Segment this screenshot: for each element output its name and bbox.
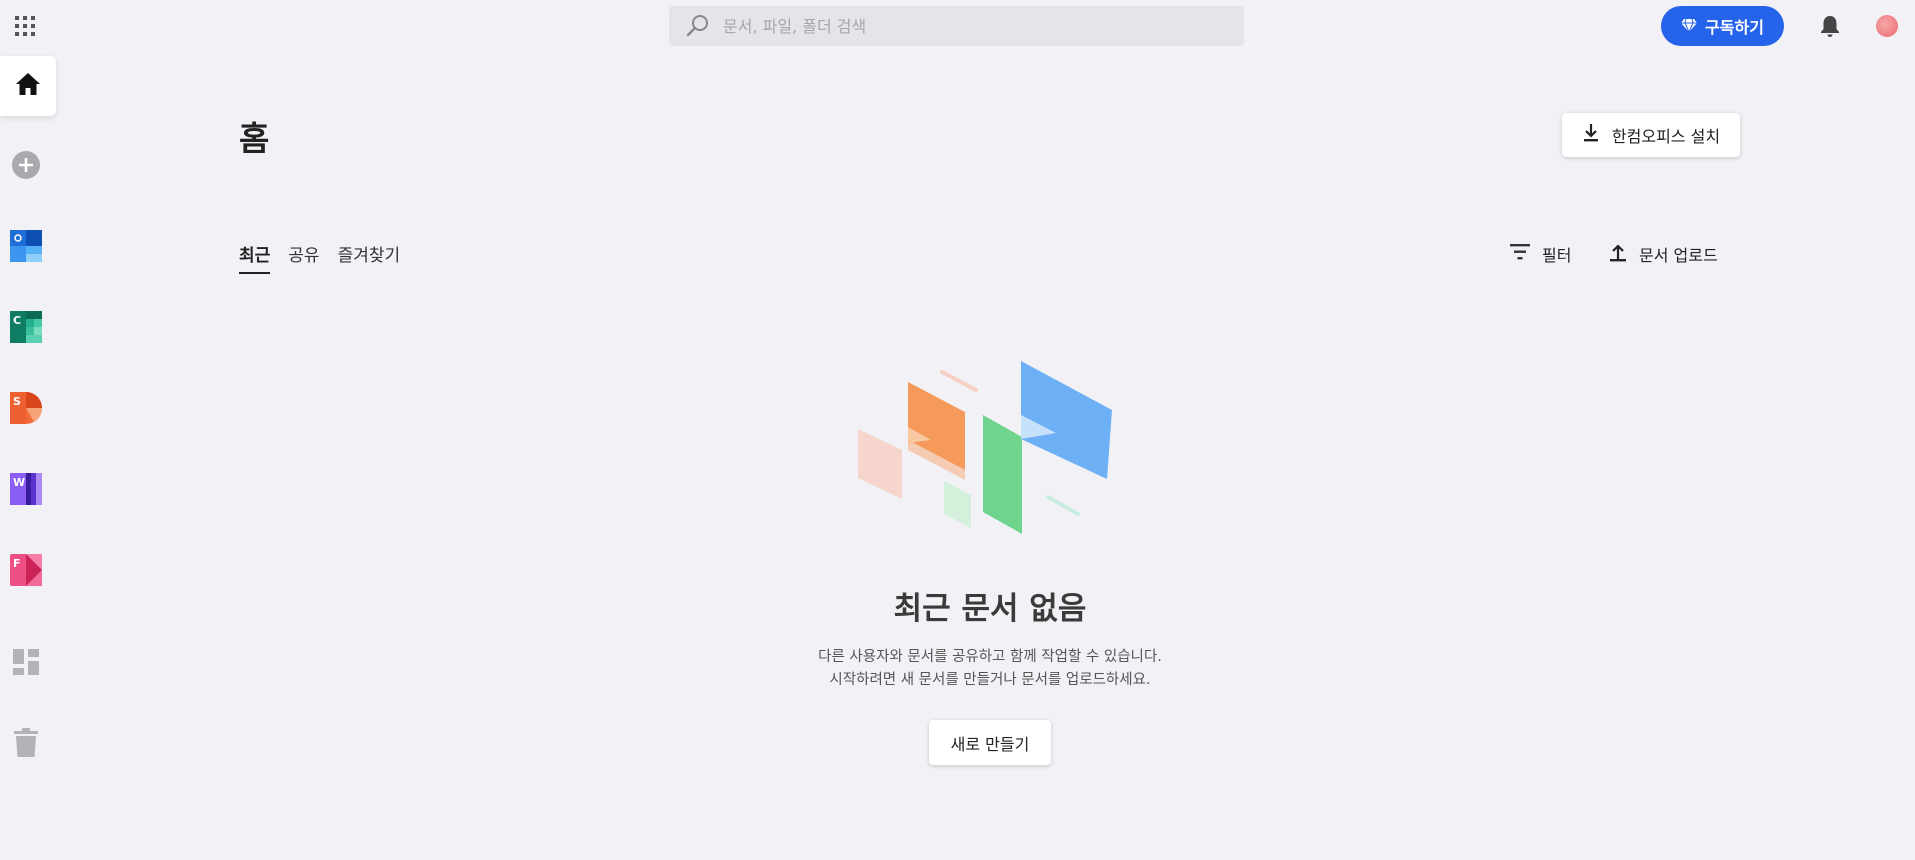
search-icon	[685, 13, 711, 39]
notification-bell-icon[interactable]	[1817, 13, 1843, 39]
empty-documents-illustration	[856, 360, 1114, 535]
filter-label: 필터	[1542, 246, 1572, 265]
upload-icon	[1609, 242, 1627, 266]
hancell-calendar-app-icon	[10, 230, 42, 266]
upload-label: 문서 업로드	[1639, 246, 1718, 265]
avatar[interactable]	[1876, 15, 1898, 37]
svg-text:W: W	[13, 476, 25, 489]
sidebar-item-home[interactable]	[0, 56, 56, 116]
sidebar-item-hancell-calendar[interactable]	[10, 230, 42, 266]
install-hancom-office-button[interactable]: 한컴오피스 설치	[1562, 113, 1740, 157]
install-label: 한컴오피스 설치	[1611, 127, 1721, 146]
filter-button[interactable]: 필터	[1510, 240, 1571, 268]
download-icon	[1582, 123, 1600, 147]
trash-icon	[13, 728, 39, 762]
tab-recent[interactable]: 최근	[239, 241, 271, 274]
hancell-app-icon: C	[10, 311, 42, 347]
sidebar-item-hanword[interactable]: W	[10, 473, 42, 509]
empty-state-description-line1: 다른 사용자와 문서를 공유하고 함께 작업할 수 있습니다.	[818, 649, 1162, 665]
apps-grid-icon[interactable]	[14, 15, 36, 37]
search-input[interactable]	[723, 16, 1203, 36]
svg-text:C: C	[13, 314, 21, 327]
search-bar[interactable]	[669, 6, 1244, 46]
sidebar-item-hanshow[interactable]: S	[10, 392, 43, 428]
svg-text:S: S	[13, 395, 21, 408]
create-new-button[interactable]: 새로 만들기	[929, 720, 1051, 765]
tab-favorites[interactable]: 즐겨찾기	[338, 241, 401, 274]
sidebar-item-hancell[interactable]: C	[10, 311, 42, 347]
svg-text:F: F	[13, 557, 21, 570]
subscribe-label: 구독하기	[1705, 18, 1764, 37]
filter-icon	[1510, 243, 1530, 265]
document-tabs: 최근 공유 즐겨찾기	[239, 241, 400, 274]
diamond-icon	[1681, 17, 1698, 36]
hanword-app-icon: W	[10, 473, 42, 509]
plus-circle-icon	[11, 150, 41, 184]
tab-shared[interactable]: 공유	[288, 241, 319, 274]
sidebar-item-new[interactable]	[10, 151, 42, 183]
page-title: 홈	[239, 119, 270, 158]
home-icon	[15, 71, 41, 101]
hanshow-app-icon: S	[10, 392, 43, 428]
empty-state-description-line2: 시작하려면 새 문서를 만들거나 문서를 업로드하세요.	[829, 672, 1151, 688]
empty-state-title: 최근 문서 없음	[893, 591, 1087, 627]
sidebar-item-trash[interactable]	[10, 728, 42, 762]
subscribe-button[interactable]: 구독하기	[1661, 6, 1784, 46]
upload-document-button[interactable]: 문서 업로드	[1609, 240, 1718, 268]
